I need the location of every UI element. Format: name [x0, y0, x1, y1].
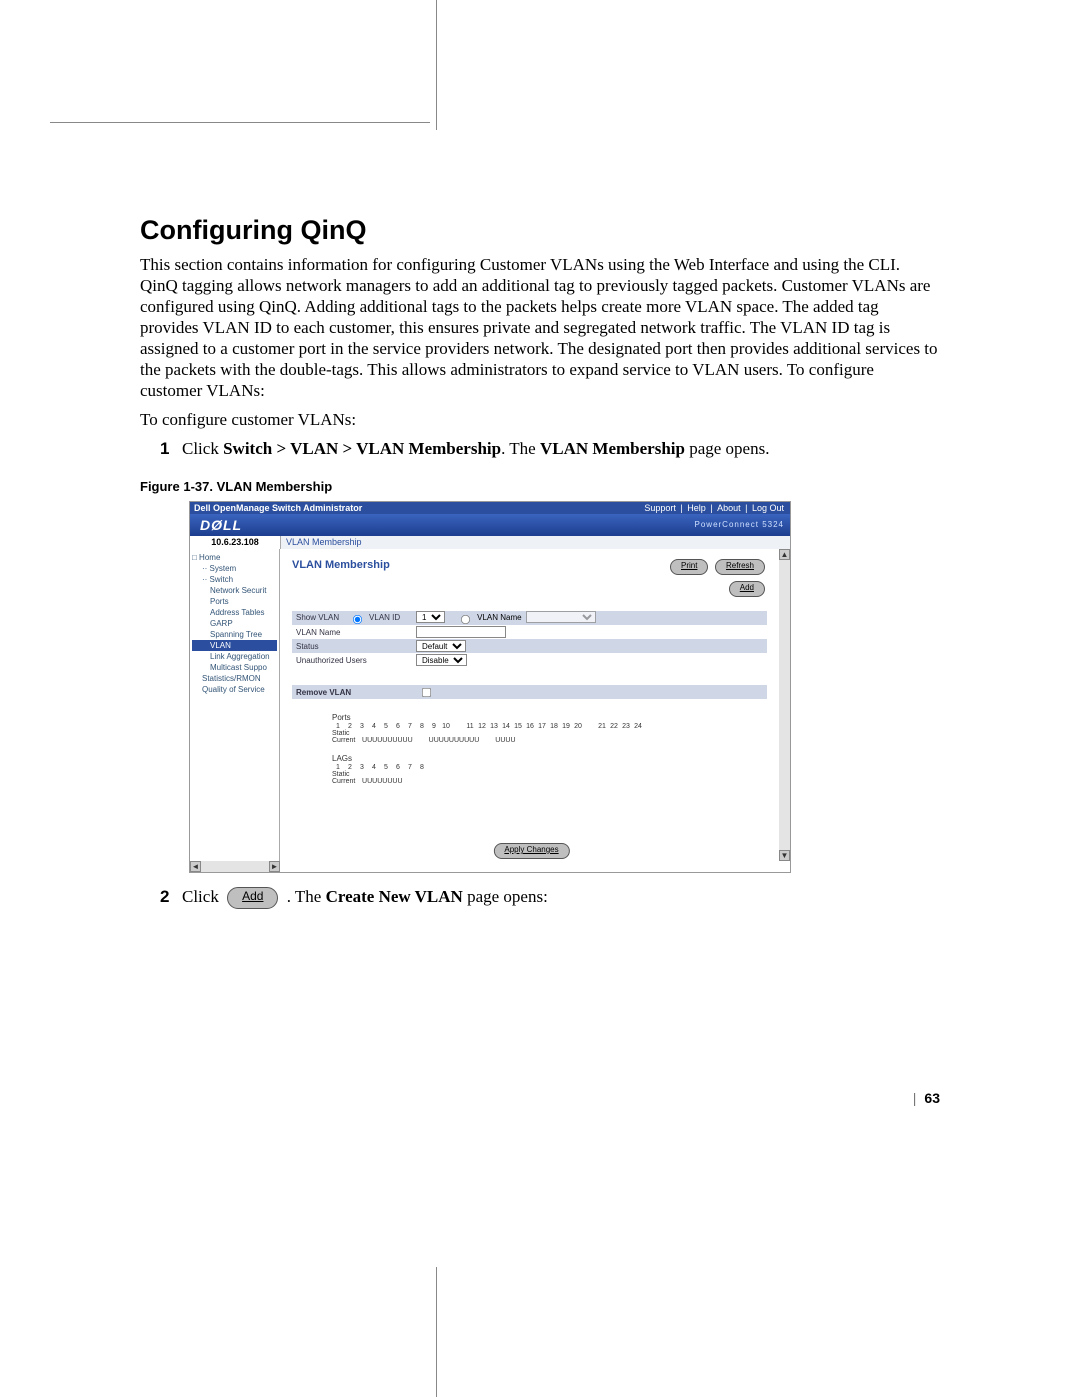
help-link[interactable]: Help: [687, 503, 706, 513]
subheader: 10.6.23.108 VLAN Membership: [190, 536, 790, 549]
tree-node[interactable]: GARP: [192, 618, 277, 629]
tree-node[interactable]: Multicast Suppo: [192, 662, 277, 673]
scroll-up-icon[interactable]: ▲: [779, 549, 790, 560]
breadcrumb: VLAN Membership: [286, 536, 362, 549]
logout-link[interactable]: Log Out: [752, 503, 784, 513]
page-name: VLAN Membership: [540, 439, 685, 458]
ports-grid: Ports12345678910111213141516171819202122…: [332, 713, 767, 744]
refresh-button[interactable]: Refresh: [715, 559, 765, 575]
page-number: 63: [924, 1090, 940, 1106]
page-content: Configuring QinQ This section contains i…: [140, 215, 940, 917]
product-name: PowerConnect 5324: [695, 514, 785, 536]
crop-mark-bottom: [436, 1267, 437, 1397]
tree-node[interactable]: ·· Switch: [192, 574, 277, 585]
device-ip: 10.6.23.108: [190, 536, 281, 549]
pre-steps-line: To configure customer VLANs:: [140, 409, 940, 430]
crop-mark-vertical: [436, 0, 437, 130]
show-vlan-row: Show VLAN VLAN ID 1 VLAN Name: [292, 611, 767, 625]
main-panel: VLAN Membership Print Refresh Add Show V…: [280, 549, 779, 861]
tree-node[interactable]: Statistics/RMON: [192, 673, 277, 684]
tree-node[interactable]: ·· System: [192, 563, 277, 574]
status-label: Status: [292, 642, 416, 651]
section-heading: Configuring QinQ: [140, 215, 940, 246]
page-name: Create New VLAN: [326, 887, 463, 906]
step-text: . The: [287, 887, 326, 906]
tree-node[interactable]: VLAN: [192, 640, 277, 651]
menu-path: Switch > VLAN > VLAN Membership: [223, 439, 501, 458]
print-button[interactable]: Print: [670, 559, 708, 575]
port-cell[interactable]: U: [408, 737, 413, 744]
brand-bar: DØLL PowerConnect 5324: [190, 514, 790, 536]
tree-node[interactable]: Address Tables: [192, 607, 277, 618]
remove-vlan-label: Remove VLAN: [292, 688, 416, 697]
add-button-graphic: Add: [227, 887, 278, 909]
unauth-row: Unauthorized Users Disable: [292, 653, 767, 667]
port-cell[interactable]: U: [510, 737, 515, 744]
nav-tree[interactable]: □ Home·· System·· SwitchNetwork SecuritP…: [190, 549, 280, 861]
remove-vlan-row: Remove VLAN: [292, 685, 767, 699]
tree-node[interactable]: Ports: [192, 596, 277, 607]
vlan-membership-screenshot: Dell OpenManage Switch Administrator Sup…: [190, 502, 790, 872]
crop-mark-horizontal: [50, 122, 430, 123]
tree-node[interactable]: Network Securit: [192, 585, 277, 596]
unauth-label: Unauthorized Users: [292, 656, 416, 665]
vlan-name-label: VLAN Name: [292, 628, 416, 637]
step-2: 2 Click Add . The Create New VLAN page o…: [160, 886, 940, 909]
remove-vlan-checkbox[interactable]: [422, 687, 431, 696]
support-link[interactable]: Support: [644, 503, 676, 513]
status-row: Status Default: [292, 639, 767, 653]
vlan-id-select[interactable]: 1: [416, 611, 445, 623]
app-title: Dell OpenManage Switch Administrator: [194, 503, 362, 513]
unauth-select[interactable]: Disable: [416, 654, 467, 666]
port-cell[interactable]: U: [474, 737, 479, 744]
step-number: 1: [160, 438, 182, 459]
vlan-id-radio[interactable]: [353, 615, 362, 624]
step-1: 1 Click Switch > VLAN > VLAN Membership.…: [160, 438, 940, 459]
tree-node[interactable]: Quality of Service: [192, 684, 277, 695]
dell-logo: DØLL: [200, 517, 242, 533]
window-title-bar: Dell OpenManage Switch Administrator Sup…: [190, 502, 790, 514]
status-select[interactable]: Default: [416, 640, 466, 652]
lag-cell[interactable]: U: [397, 778, 402, 785]
vertical-scrollbar[interactable]: ▲ ▼: [779, 549, 790, 861]
page-footer: |63: [913, 1090, 940, 1106]
vlan-name-radio[interactable]: [461, 615, 470, 624]
step-text: page opens:: [463, 887, 548, 906]
scroll-right-icon[interactable]: ►: [269, 861, 280, 872]
step-text: Click: [182, 439, 223, 458]
lags-grid: LAGs12345678StaticCurrentUUUUUUUU: [332, 754, 767, 785]
header-links: Support | Help | About | Log Out: [642, 502, 786, 514]
show-vlan-label: Show VLAN VLAN ID: [292, 610, 416, 626]
vlan-name-select[interactable]: [526, 611, 596, 623]
tree-node[interactable]: Spanning Tree: [192, 629, 277, 640]
figure-caption: Figure 1-37. VLAN Membership: [140, 479, 940, 494]
scroll-left-icon[interactable]: ◄: [190, 861, 201, 872]
about-link[interactable]: About: [717, 503, 741, 513]
scroll-down-icon[interactable]: ▼: [779, 850, 790, 861]
vlan-name-radio-label: VLAN Name: [477, 613, 521, 622]
intro-paragraph: This section contains information for co…: [140, 254, 940, 401]
tree-node[interactable]: Link Aggregation: [192, 651, 277, 662]
step-text: . The: [501, 439, 540, 458]
tree-node[interactable]: □ Home: [192, 552, 277, 563]
add-button[interactable]: Add: [729, 581, 765, 597]
step-text: Click: [182, 887, 223, 906]
horizontal-scrollbar[interactable]: ◄ ►: [190, 861, 280, 872]
step-text: page opens.: [685, 439, 770, 458]
vlan-name-input[interactable]: [416, 626, 506, 638]
step-number: 2: [160, 886, 182, 909]
vlan-name-row: VLAN Name: [292, 625, 767, 639]
apply-changes-button[interactable]: Apply Changes: [493, 843, 569, 859]
